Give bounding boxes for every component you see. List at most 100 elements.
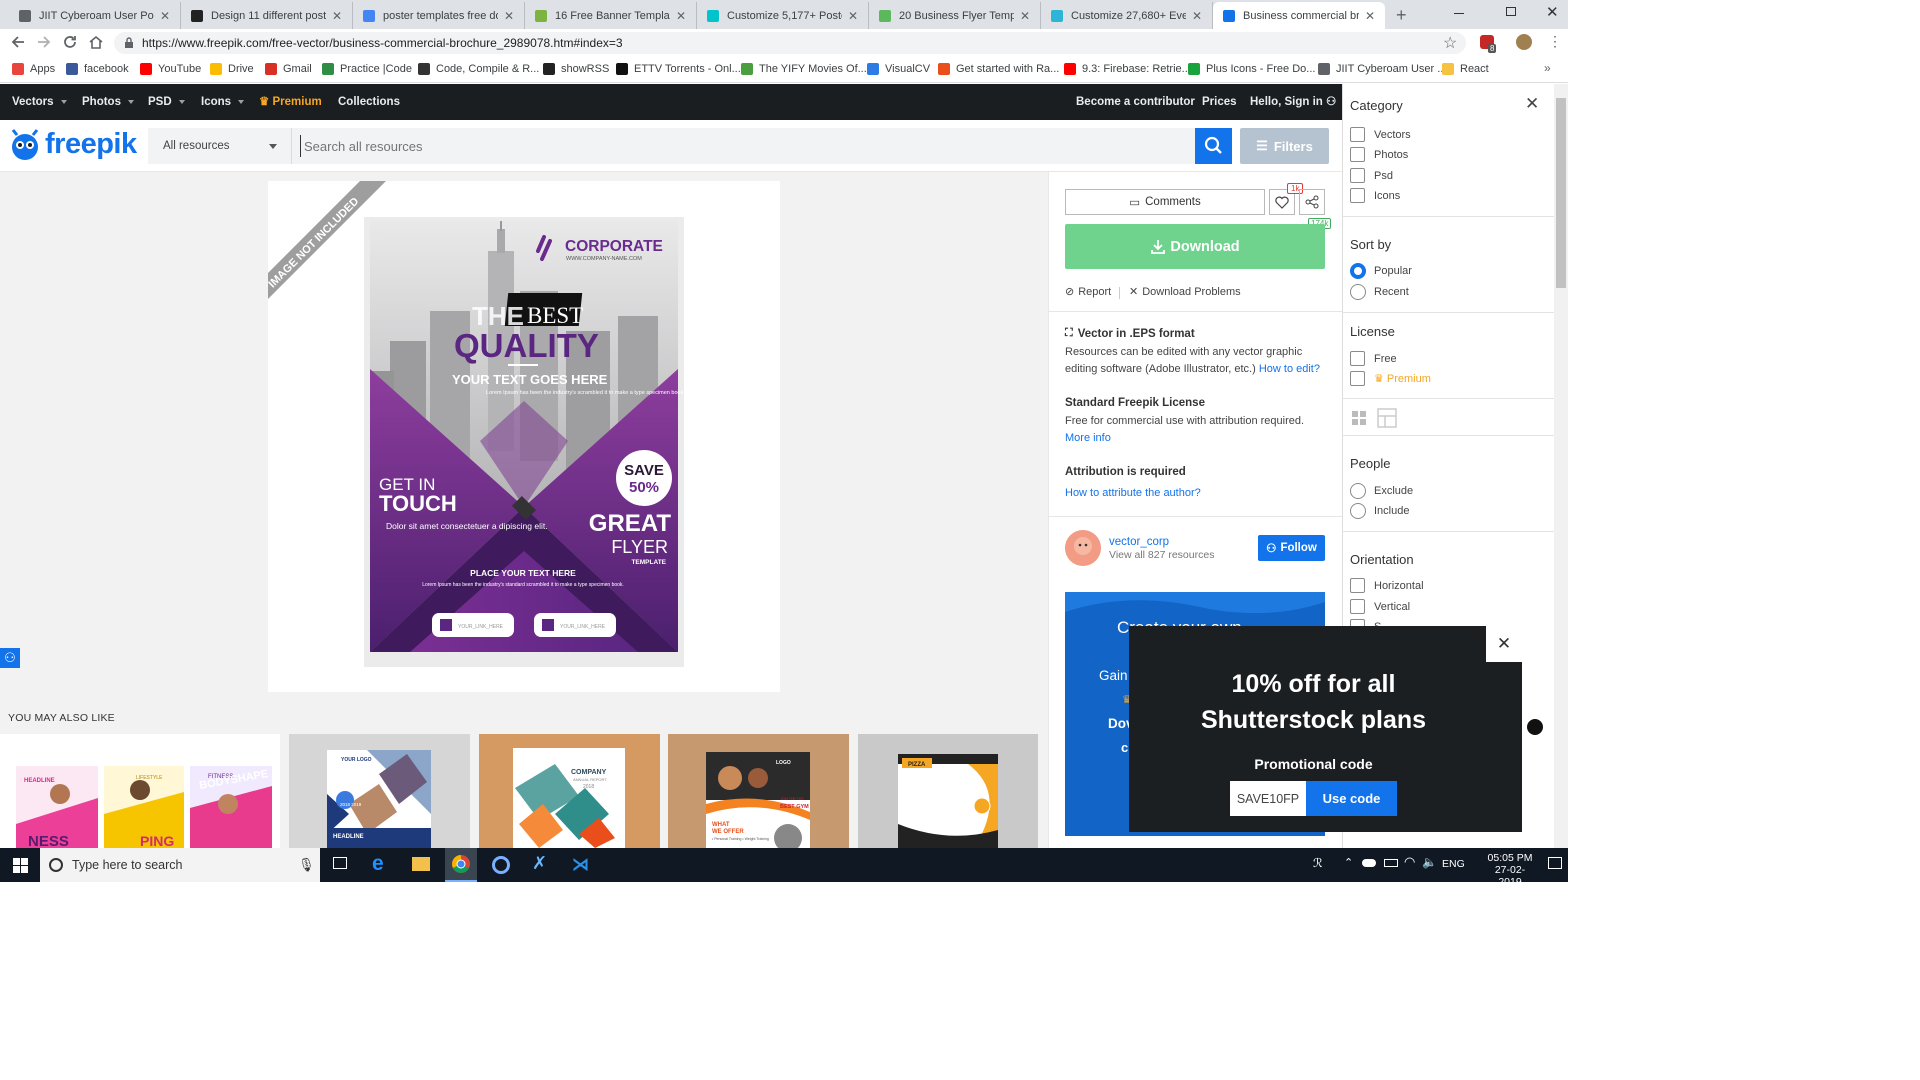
battery-icon[interactable] bbox=[1384, 859, 1398, 867]
sort-recent[interactable]: Recent bbox=[1350, 284, 1409, 300]
filter-category-icons[interactable]: Icons bbox=[1350, 188, 1400, 203]
radio[interactable] bbox=[1350, 284, 1366, 300]
bookmark-star-icon[interactable]: ☆ bbox=[1443, 33, 1457, 53]
tab-close-icon[interactable]: ✕ bbox=[160, 9, 170, 23]
bookmark-item[interactable]: Plus Icons - Free Do... bbox=[1188, 62, 1315, 76]
profile-avatar[interactable] bbox=[1516, 34, 1532, 50]
tab-close-icon[interactable]: ✕ bbox=[332, 9, 342, 23]
vscode-icon[interactable]: ⋊ bbox=[572, 855, 589, 875]
notifications-icon[interactable] bbox=[1548, 857, 1562, 869]
tab-close-icon[interactable]: ✕ bbox=[676, 9, 686, 23]
how-to-edit-link[interactable]: How to edit? bbox=[1259, 363, 1320, 375]
wifi-icon[interactable]: ◠ bbox=[1404, 854, 1415, 870]
bookmark-item[interactable]: JIIT Cyberoam User ... bbox=[1318, 62, 1446, 76]
radio[interactable] bbox=[1350, 263, 1366, 279]
nav-premium[interactable]: ♛ Premium bbox=[259, 84, 322, 120]
new-tab-button[interactable]: + bbox=[1396, 5, 1407, 26]
share-button[interactable] bbox=[1299, 189, 1325, 215]
bookmark-item[interactable]: Get started with Ra... bbox=[938, 62, 1059, 76]
related-thumb-5[interactable]: PIZZA CALL US bbox=[858, 734, 1038, 848]
bookmarks-overflow-icon[interactable]: » bbox=[1544, 61, 1551, 75]
report-link[interactable]: ⊘ Report bbox=[1065, 284, 1111, 301]
bookmark-item[interactable]: VisualCV bbox=[867, 62, 930, 76]
bookmark-item[interactable]: ETTV Torrents - Onl... bbox=[616, 62, 741, 76]
volume-icon[interactable]: 🔈 bbox=[1422, 855, 1437, 869]
related-thumb-2[interactable]: YOUR LOGO 2018 2019 HEADLINE bbox=[289, 734, 470, 848]
radio[interactable] bbox=[1350, 503, 1366, 519]
taskbar-search[interactable]: Type here to search bbox=[40, 848, 320, 882]
windows-start-icon[interactable] bbox=[13, 858, 28, 873]
promo-code-field[interactable]: SAVE10FP bbox=[1230, 781, 1306, 816]
bookmark-item[interactable]: Practice |Code bbox=[322, 62, 412, 76]
bookmark-item[interactable]: React bbox=[1442, 62, 1489, 76]
app-eye-icon[interactable] bbox=[492, 856, 510, 874]
chrome-taskbar-icon[interactable] bbox=[445, 848, 477, 882]
author-avatar[interactable] bbox=[1065, 530, 1101, 566]
more-info-link[interactable]: More info bbox=[1065, 432, 1111, 444]
bookmark-item[interactable]: YouTube bbox=[140, 62, 201, 76]
license-free[interactable]: Free bbox=[1350, 351, 1397, 366]
nav-prices[interactable]: Prices bbox=[1202, 84, 1237, 120]
people-tray-icon[interactable]: ℛ bbox=[1313, 856, 1323, 870]
people-include[interactable]: Include bbox=[1350, 503, 1409, 519]
bookmark-item[interactable]: Apps bbox=[12, 62, 55, 76]
scrollbar-thumb[interactable] bbox=[1556, 98, 1566, 288]
checkbox[interactable] bbox=[1350, 371, 1365, 386]
nav-photos[interactable]: Photos bbox=[82, 84, 134, 120]
promo-close-button[interactable]: ✕ bbox=[1486, 626, 1522, 662]
task-view-icon[interactable] bbox=[333, 857, 347, 869]
browser-tab[interactable]: Business commercial broch ✕ bbox=[1213, 2, 1385, 29]
browser-tab[interactable]: 20 Business Flyer Templates ✕ bbox=[869, 2, 1041, 29]
app-x-icon[interactable]: ✗ bbox=[532, 853, 547, 874]
clock[interactable]: 05:05 PM 27-02-2019 bbox=[1484, 852, 1536, 888]
checkbox[interactable] bbox=[1350, 351, 1365, 366]
bookmark-item[interactable]: facebook bbox=[66, 62, 129, 76]
home-icon[interactable] bbox=[88, 34, 104, 50]
filter-category-psd[interactable]: Psd bbox=[1350, 168, 1393, 183]
freepik-logo[interactable]: freepik bbox=[8, 128, 137, 161]
masonry-view-icon[interactable] bbox=[1377, 408, 1397, 428]
checkbox[interactable] bbox=[1350, 168, 1365, 183]
browser-tab[interactable]: 16 Free Banner Templates & ✕ bbox=[525, 2, 697, 29]
related-thumb-4[interactable]: LOGO JOIN THE THE BEST GYM WHAT WE OFFER… bbox=[668, 734, 849, 848]
tab-close-icon[interactable]: ✕ bbox=[1192, 9, 1202, 23]
bookmark-item[interactable]: Gmail bbox=[265, 62, 312, 76]
edge-icon[interactable]: e bbox=[372, 852, 384, 876]
tab-close-icon[interactable]: ✕ bbox=[1020, 9, 1030, 23]
filters-button[interactable]: ☰ Filters bbox=[1240, 128, 1329, 164]
nav-collections[interactable]: Collections bbox=[338, 84, 400, 120]
radio[interactable] bbox=[1350, 483, 1366, 499]
language-indicator[interactable]: ENG bbox=[1442, 858, 1465, 870]
license-premium[interactable]: ♛ Premium bbox=[1350, 371, 1431, 386]
color-swatch-black[interactable] bbox=[1527, 719, 1543, 735]
checkbox[interactable] bbox=[1350, 127, 1365, 142]
nav-icons[interactable]: Icons bbox=[201, 84, 245, 120]
author-name[interactable]: vector_corp bbox=[1109, 536, 1169, 548]
checkbox[interactable] bbox=[1350, 599, 1365, 614]
nav-vectors[interactable]: Vectors bbox=[12, 84, 67, 120]
comments-button[interactable]: ▭ Comments bbox=[1065, 189, 1265, 215]
checkbox[interactable] bbox=[1350, 147, 1365, 162]
browser-tab[interactable]: Customize 27,680+ Event F ✕ bbox=[1041, 2, 1213, 29]
people-exclude[interactable]: Exclude bbox=[1350, 483, 1413, 499]
search-input[interactable] bbox=[300, 135, 1180, 157]
download-button[interactable]: Download bbox=[1065, 224, 1325, 269]
nav-psd[interactable]: PSD bbox=[148, 84, 185, 120]
nav-become-contributor[interactable]: Become a contributor bbox=[1076, 84, 1195, 120]
bookmark-item[interactable]: showRSS bbox=[543, 62, 609, 76]
reload-icon[interactable] bbox=[62, 34, 78, 50]
restore-button[interactable] bbox=[1506, 7, 1516, 16]
chrome-menu-icon[interactable]: ⋮ bbox=[1548, 33, 1562, 50]
file-explorer-icon[interactable] bbox=[412, 857, 430, 871]
bookmark-item[interactable]: Code, Compile & R... bbox=[418, 62, 539, 76]
back-icon[interactable] bbox=[10, 34, 26, 50]
close-filters-icon[interactable]: ✕ bbox=[1525, 94, 1539, 114]
filter-category-vectors[interactable]: Vectors bbox=[1350, 127, 1411, 142]
bookmark-item[interactable]: The YIFY Movies Of... bbox=[741, 62, 867, 76]
follow-button[interactable]: ⚇ Follow bbox=[1258, 535, 1325, 561]
microphone-icon[interactable]: 🎙 bbox=[298, 857, 315, 873]
browser-tab[interactable]: JIIT Cyberoam User Portal ✕ bbox=[9, 2, 181, 29]
sort-popular[interactable]: Popular bbox=[1350, 263, 1412, 279]
address-bar[interactable]: https://www.freepik.com/free-vector/busi… bbox=[114, 32, 1466, 54]
checkbox[interactable] bbox=[1350, 188, 1365, 203]
